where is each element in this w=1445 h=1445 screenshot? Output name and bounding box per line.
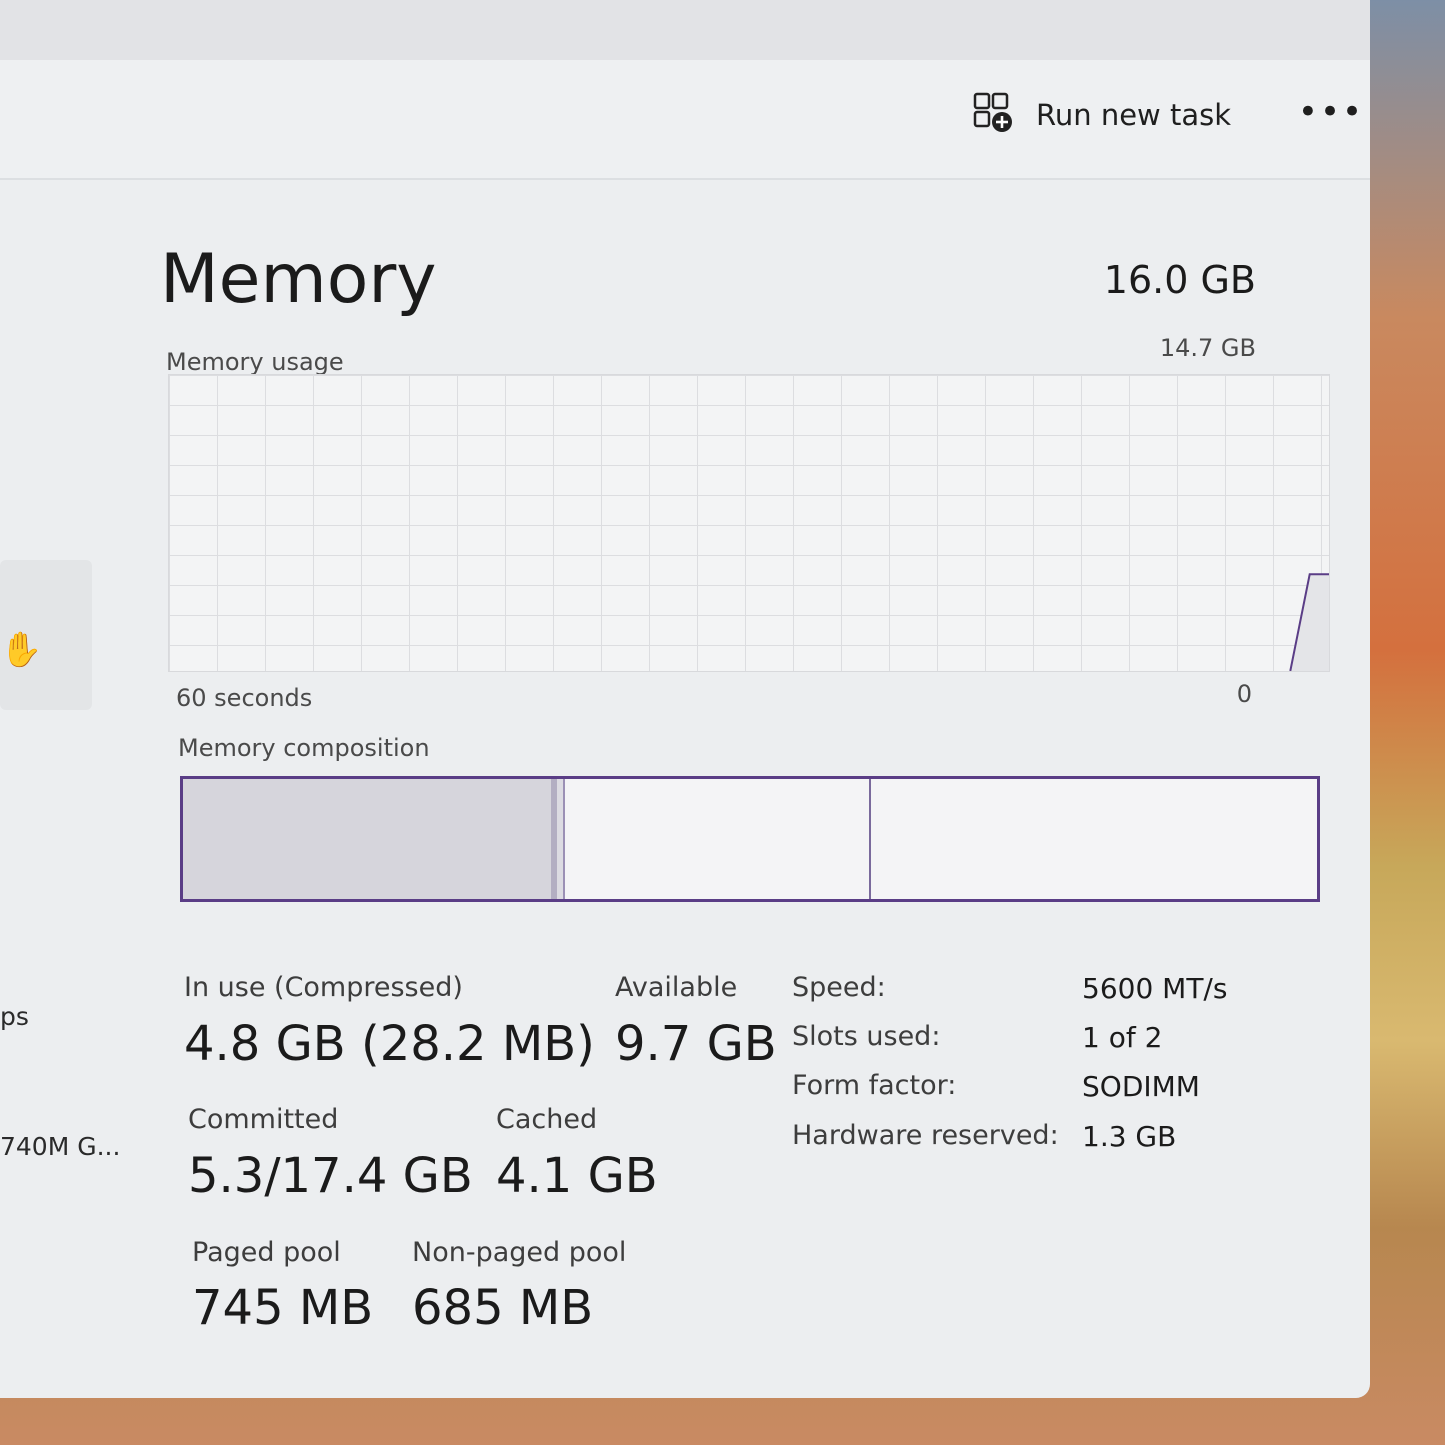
graph-time-label: 60 seconds (176, 684, 313, 712)
slots-used-value: 1 of 2 (1082, 1021, 1163, 1054)
run-new-task-button[interactable]: Run new task (972, 90, 1231, 140)
composition-free-segment[interactable] (871, 779, 1317, 899)
committed-label: Committed (188, 1104, 339, 1135)
non-paged-pool-label: Non-paged pool (412, 1237, 627, 1268)
sidebar: ✋ ps 740M G... (0, 178, 140, 1398)
form-factor-value: SODIMM (1082, 1070, 1200, 1103)
cached-label: Cached (496, 1104, 598, 1135)
run-task-icon (972, 91, 1016, 139)
speed-value: 5600 MT/s (1082, 972, 1228, 1005)
cached-value: 4.1 GB (496, 1148, 658, 1204)
sidebar-item-label[interactable]: 740M G... (0, 1132, 120, 1161)
slots-used-label: Slots used: (792, 1021, 941, 1052)
composition-in-use-segment[interactable] (183, 779, 558, 899)
form-factor-label: Form factor: (792, 1070, 957, 1101)
composition-standby-segment[interactable] (565, 779, 872, 899)
in-use-value: 4.8 GB (28.2 MB) (184, 1016, 595, 1072)
page-title: Memory (160, 240, 437, 319)
committed-value: 5.3/17.4 GB (188, 1148, 473, 1204)
performance-hand-icon: ✋ (0, 630, 43, 670)
available-value: 9.7 GB (615, 1016, 777, 1072)
available-label: Available (615, 972, 738, 1003)
composition-label: Memory composition (178, 734, 430, 762)
title-bar (0, 0, 1370, 60)
hardware-reserved-value: 1.3 GB (1082, 1120, 1177, 1153)
task-manager-window: Run new task ••• ✋ ps 740M G... Memory 1… (0, 0, 1370, 1398)
more-icon: ••• (1297, 92, 1365, 132)
sidebar-item-label[interactable]: ps (0, 1002, 29, 1031)
graph-zero-label: 0 (1236, 680, 1252, 708)
non-paged-pool-value: 685 MB (412, 1280, 594, 1336)
paged-pool-value: 745 MB (192, 1280, 374, 1336)
in-use-label: In use (Compressed) (184, 972, 463, 1003)
memory-usage-graph (168, 374, 1330, 672)
total-memory: 16.0 GB (1103, 258, 1256, 302)
speed-label: Speed: (792, 972, 886, 1003)
graph-max-label: 14.7 GB (1159, 334, 1256, 362)
memory-usage-area (1290, 574, 1329, 671)
hardware-reserved-label: Hardware reserved: (792, 1120, 1059, 1151)
graph-label: Memory usage (166, 348, 344, 376)
run-new-task-label: Run new task (1036, 98, 1232, 132)
memory-composition-bar[interactable] (180, 776, 1320, 902)
composition-modified-segment[interactable] (557, 779, 566, 899)
more-options-button[interactable]: ••• (1298, 92, 1362, 132)
paged-pool-label: Paged pool (192, 1237, 341, 1268)
